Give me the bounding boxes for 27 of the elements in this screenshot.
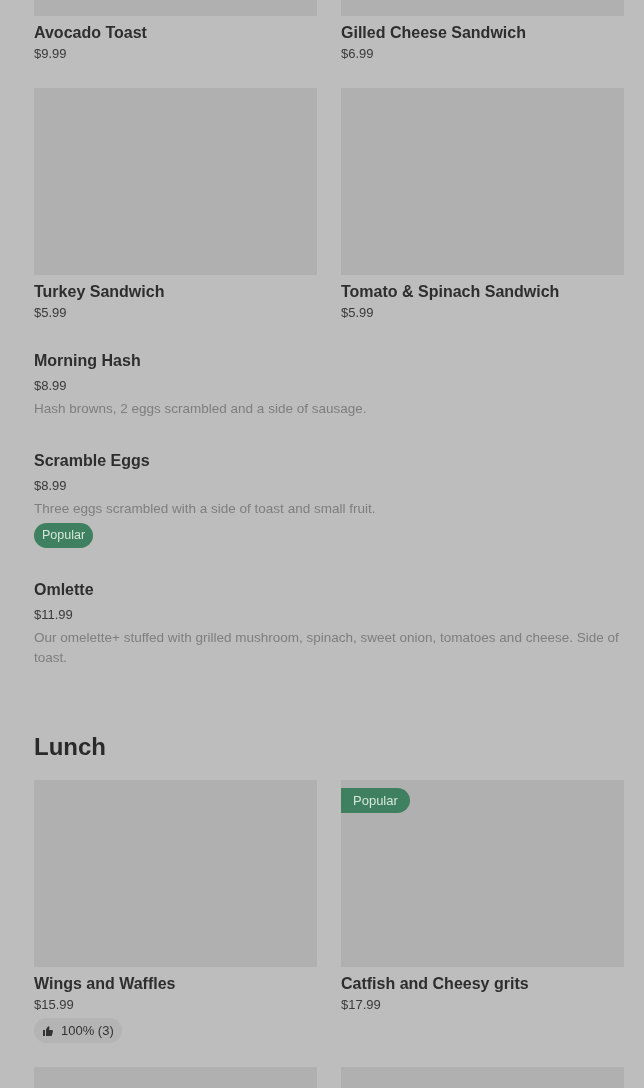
dish-description: Our omelette+ stuffed with grilled mushroom, spinach, sweet onion, tomatoes and cheese. Side of toast. [34, 628, 620, 667]
dish-name: Avocado Toast [34, 23, 148, 43]
dish-description: Three eggs scrambled with a side of toast and small fruit. [34, 500, 377, 518]
dish-price: $9.99 [34, 45, 68, 63]
popular-badge: Popular [341, 787, 410, 814]
dish-price: $17.99 [341, 995, 382, 1014]
thumbs-up-icon [42, 1024, 54, 1037]
dish-name: Omlette [34, 579, 95, 600]
dish-name: Turkey Sandwich [34, 282, 166, 302]
dish-name: Morning Hash [34, 351, 142, 371]
rating-text: 100% (3) [61, 1021, 114, 1040]
dish-name: Gilled Cheese Sandwich [341, 23, 527, 43]
dish-price: $8.99 [34, 477, 68, 495]
popular-badge: Popular [34, 523, 94, 548]
dish-description: Hash browns, 2 eggs scrambled and a side of sausage. [34, 400, 368, 418]
dish-price: $5.99 [34, 304, 68, 322]
dish-name: Tomato & Spinach Sandwich [341, 282, 561, 302]
dish-name: Scramble Eggs [34, 451, 151, 471]
dish-price: $11.99 [34, 605, 74, 624]
dish-price: $5.99 [341, 304, 375, 322]
dish-price: $8.99 [34, 377, 68, 395]
image-placeholder[interactable] [341, 779, 624, 967]
dish-price: $15.99 [34, 995, 75, 1014]
dish-price: $6.99 [341, 45, 375, 63]
dish-name: Catfish and Cheesy grits [341, 973, 530, 994]
dish-name: Wings and Waffles [34, 973, 177, 994]
section-heading: Lunch [34, 731, 107, 762]
